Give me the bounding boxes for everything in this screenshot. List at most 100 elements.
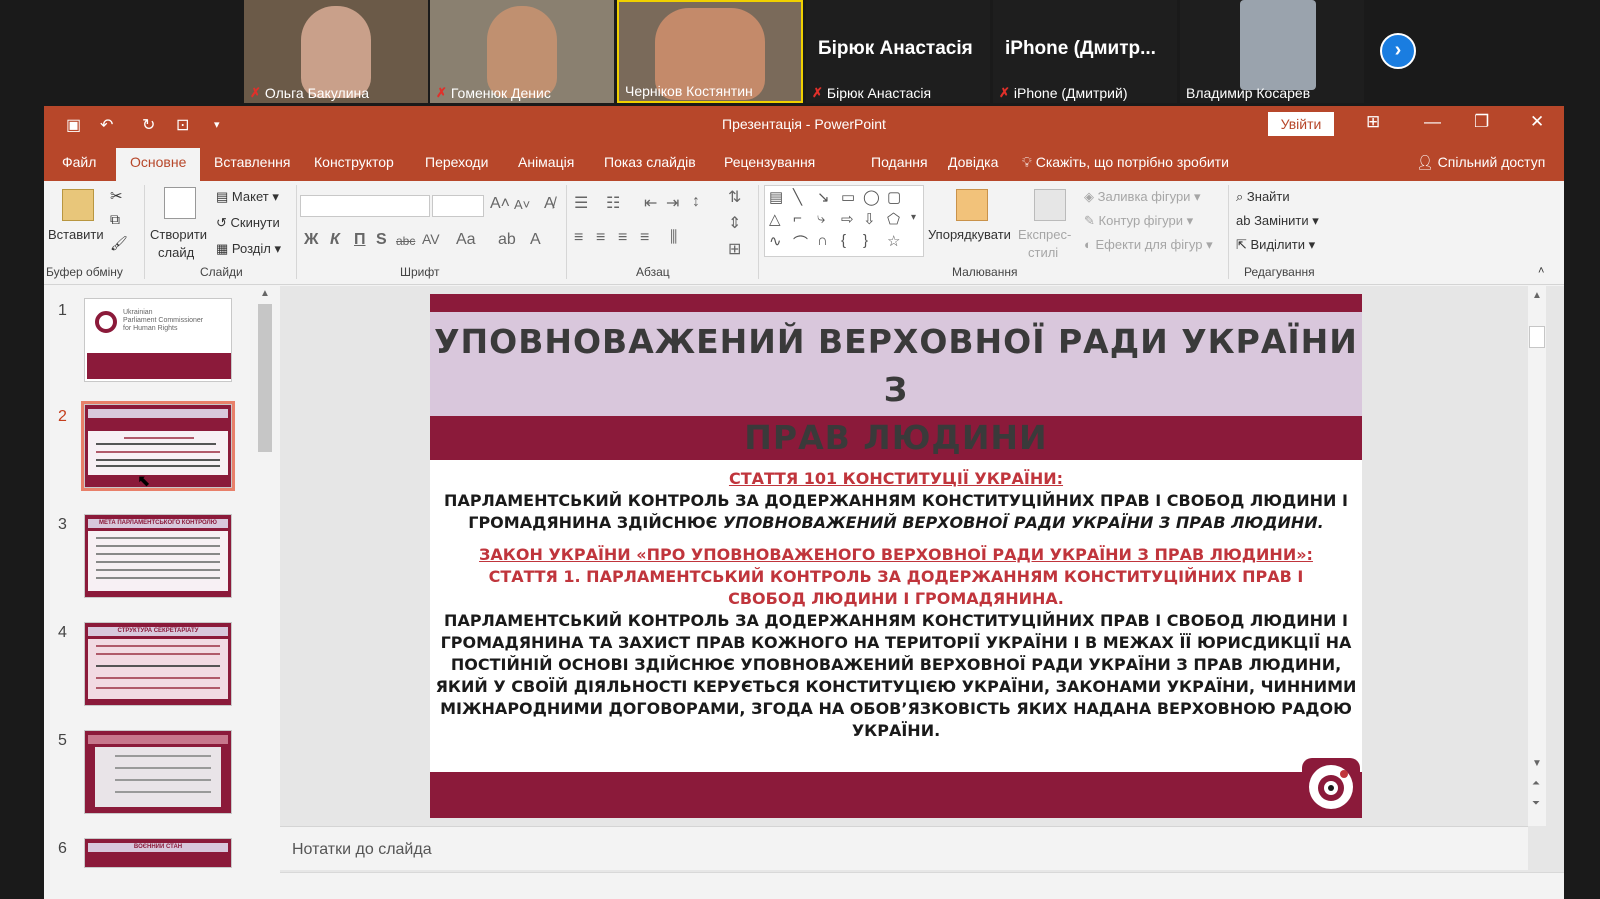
justify-icon[interactable]: ≡ xyxy=(640,229,649,247)
scrollbar-thumb[interactable] xyxy=(1529,326,1545,348)
line-spacing-icon[interactable]: ↕ xyxy=(692,193,700,211)
highlight-icon[interactable]: ab xyxy=(498,231,516,249)
right-arrow-shape-icon[interactable]: ⇨ xyxy=(841,210,854,228)
tell-me-search[interactable]: 💡︎ Скажіть, що потрібно зробити xyxy=(1022,154,1229,171)
layout-button[interactable]: ▤ Макет ▾ xyxy=(216,189,279,205)
bullets-icon[interactable]: ☰ xyxy=(574,193,588,213)
new-slide-icon[interactable] xyxy=(164,187,196,219)
slide-thumbnail[interactable] xyxy=(84,730,232,814)
font-name-dropdown[interactable] xyxy=(300,195,430,217)
oval-shape-icon[interactable]: ◯ xyxy=(863,188,880,206)
grow-font-icon[interactable]: A˄ xyxy=(490,195,510,213)
align-right-icon[interactable]: ≡ xyxy=(618,229,627,247)
cut-icon[interactable]: ✂ xyxy=(110,187,123,205)
tab-insert[interactable]: Вставлення xyxy=(214,154,291,170)
left-brace-shape-icon[interactable]: { xyxy=(841,232,846,249)
align-left-icon[interactable]: ≡ xyxy=(574,229,583,247)
find-button[interactable]: ⌕ Знайти xyxy=(1236,189,1290,205)
quick-styles-button-line2[interactable]: стилі xyxy=(1028,245,1058,260)
text-direction-icon[interactable]: ⇅ xyxy=(728,187,741,207)
paste-icon[interactable] xyxy=(62,189,94,221)
triangle-shape-icon[interactable]: △ xyxy=(769,210,781,228)
tab-view[interactable]: Подання xyxy=(871,154,928,170)
smartart-icon[interactable]: ⊞ xyxy=(728,239,741,259)
rectangle-shape-icon[interactable]: ▭ xyxy=(841,188,855,206)
ribbon-display-icon[interactable]: ⊞ xyxy=(1366,112,1380,132)
participant-tile[interactable]: iPhone (Дмитр... ✗ iPhone (Дмитрий) xyxy=(993,0,1177,103)
clear-formatting-icon[interactable]: A̸ xyxy=(544,195,555,213)
quick-styles-icon[interactable] xyxy=(1034,189,1066,221)
replace-button[interactable]: ab Замінити ▾ xyxy=(1236,213,1319,229)
shadow-button[interactable]: S xyxy=(376,231,387,249)
participant-tile[interactable]: ✗ Ольга Бакулина xyxy=(244,0,428,103)
increase-indent-icon[interactable]: ⇥ xyxy=(666,193,679,213)
slide-thumbnail[interactable]: Ukrainian Parliament Commissioner for Hu… xyxy=(84,298,232,382)
next-page-button[interactable]: › xyxy=(1380,33,1416,69)
slide-thumbnail[interactable]: МЕТА ПАРЛАМЕНТСЬКОГО КОНТРОЛЮ xyxy=(84,514,232,598)
slide-scrollbar[interactable]: ▲ ▼ ⏶ ⏷ xyxy=(1528,286,1546,826)
tab-home[interactable]: Основне xyxy=(116,148,201,181)
font-color-icon[interactable]: A xyxy=(530,231,541,249)
tab-review[interactable]: Рецензування xyxy=(724,154,815,170)
scroll-down-icon[interactable]: ▼ xyxy=(1532,758,1542,769)
arrange-icon[interactable] xyxy=(956,189,988,221)
freeform-shape-icon[interactable]: ⬠ xyxy=(887,210,900,228)
participant-tile[interactable]: Владимир Косарев xyxy=(1180,0,1364,103)
slide-canvas[interactable]: УПОВНОВАЖЕНИЙ ВЕРХОВНОЇ РАДИ УКРАЇНИ З П… xyxy=(430,294,1362,818)
change-case-button[interactable]: Aa xyxy=(456,231,476,249)
shrink-font-icon[interactable]: A˅ xyxy=(514,197,530,212)
thumbnail-scrollbar[interactable]: ▲ xyxy=(256,286,274,866)
shape-outline-button[interactable]: ✎ Контур фігури ▾ xyxy=(1084,213,1193,229)
char-spacing-button[interactable]: AV xyxy=(422,231,440,247)
shape-fill-button[interactable]: ◈ Заливка фігури ▾ xyxy=(1084,189,1201,205)
numbering-icon[interactable]: ☷ xyxy=(606,193,620,213)
strikethrough-button[interactable]: abc xyxy=(396,234,415,248)
slide-title-placeholder[interactable]: УПОВНОВАЖЕНИЙ ВЕРХОВНОЇ РАДИ УКРАЇНИ З П… xyxy=(430,312,1362,457)
align-text-icon[interactable]: ⇕ xyxy=(728,213,741,233)
elbow-connector-icon[interactable]: ⤷ xyxy=(817,210,825,227)
slide-thumbnail[interactable]: ВОЄННИЙ СТАН xyxy=(84,838,232,868)
reset-button[interactable]: ↺ Скинути xyxy=(216,215,280,231)
textbox-shape-icon[interactable]: ▤ xyxy=(769,188,783,206)
collapse-ribbon-icon[interactable]: ˄ xyxy=(1538,265,1544,277)
tab-help[interactable]: Довідка xyxy=(948,154,998,170)
format-painter-icon[interactable]: 🖌︎ xyxy=(110,235,128,252)
copy-icon[interactable]: ⧉ xyxy=(110,211,120,228)
tab-file[interactable]: Файл xyxy=(62,154,96,170)
tab-animations[interactable]: Анімація xyxy=(518,154,574,170)
rounded-rect-shape-icon[interactable]: ▢ xyxy=(887,188,901,206)
more-shapes-icon[interactable]: ▾ xyxy=(911,212,916,223)
scribble-shape-icon[interactable]: ∿ xyxy=(769,232,782,250)
shape-effects-button[interactable]: ◐ Ефекти для фігур ▾ xyxy=(1084,237,1213,253)
scrollbar-thumb[interactable] xyxy=(258,304,272,452)
slide-thumbnail-selected[interactable]: ⬉ xyxy=(81,401,235,491)
slide-body-placeholder[interactable]: СТАТТЯ 101 КОНСТИТУЦІЇ УКРАЇНИ: ПАРЛАМЕН… xyxy=(430,460,1362,772)
share-button[interactable]: 👤︎ Спільний доступ xyxy=(1416,154,1545,171)
new-slide-button[interactable]: Створити xyxy=(150,227,207,242)
slide-thumbnail[interactable]: СТРУКТУРА СЕКРЕТАРІАТУ xyxy=(84,622,232,706)
decrease-indent-icon[interactable]: ⇤ xyxy=(644,193,657,213)
line-shape-icon[interactable]: ╲ xyxy=(793,188,802,206)
restore-icon[interactable]: ❐ xyxy=(1474,112,1489,132)
underline-button[interactable]: П xyxy=(354,231,366,249)
arrange-button[interactable]: Упорядкувати xyxy=(928,227,1011,242)
font-size-dropdown[interactable] xyxy=(432,195,484,217)
sign-in-button[interactable]: Увійти xyxy=(1268,112,1334,136)
close-icon[interactable]: ✕ xyxy=(1530,112,1544,132)
quick-styles-button[interactable]: Експрес- xyxy=(1018,227,1071,242)
right-brace-shape-icon[interactable]: } xyxy=(863,232,868,249)
select-button[interactable]: ⇱ Виділити ▾ xyxy=(1236,237,1315,253)
arc-shape-icon[interactable]: ⌒ xyxy=(793,232,808,253)
minimize-icon[interactable]: — xyxy=(1424,112,1441,132)
section-button[interactable]: ▦ Розділ ▾ xyxy=(216,241,281,257)
columns-icon[interactable]: ⫼ xyxy=(670,229,677,247)
tab-design[interactable]: Конструктор xyxy=(314,154,394,170)
participant-tile[interactable]: Бірюк Анастасія ✗ Бірюк Анастасія xyxy=(806,0,990,103)
italic-button[interactable]: К xyxy=(330,231,340,249)
paste-button[interactable]: Вставити xyxy=(48,227,104,242)
arrow-line-shape-icon[interactable]: ↘ xyxy=(817,188,830,206)
new-slide-button-line2[interactable]: слайд xyxy=(158,245,194,260)
bold-button[interactable]: Ж xyxy=(304,231,318,249)
star-shape-icon[interactable]: ☆ xyxy=(887,232,900,250)
connector-shape-icon[interactable]: ⌐ xyxy=(793,210,802,227)
